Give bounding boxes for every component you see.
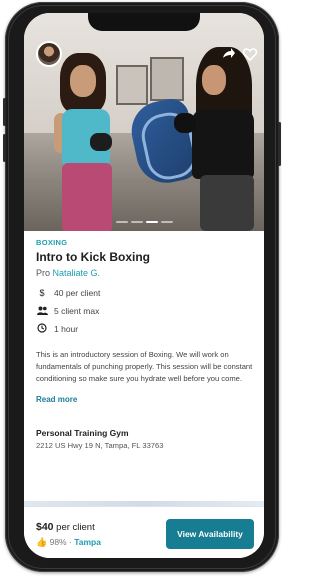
carousel-dot[interactable]	[115, 221, 128, 223]
trainer-avatar[interactable]	[36, 41, 62, 67]
trainer-line: Pro Nataliate G.	[36, 268, 254, 278]
clock-icon	[36, 323, 48, 335]
carousel-dot[interactable]	[160, 221, 173, 223]
session-description: This is an introductory session of Boxin…	[36, 350, 253, 383]
session-category: BOXING	[36, 238, 68, 247]
footer-rating: 👍 98% · Tampa	[36, 537, 101, 548]
city-label: Tampa	[74, 537, 101, 547]
heart-icon[interactable]	[242, 46, 258, 62]
view-availability-button[interactable]: View Availability	[166, 519, 254, 549]
phone-notch	[88, 13, 200, 31]
thumbs-up-icon: 👍	[36, 537, 48, 547]
booking-footer: $40 per client 👍 98% · Tampa View Availa…	[24, 506, 264, 558]
session-title: Intro to Kick Boxing	[36, 250, 150, 264]
phone-side-button	[3, 134, 6, 162]
carousel-dot[interactable]	[130, 221, 143, 223]
gym-name: Personal Training Gym	[36, 428, 129, 438]
duration-row: 1 hour	[36, 320, 254, 338]
duration-text: 1 hour	[54, 324, 79, 334]
dollar-icon: $	[39, 288, 45, 298]
capacity-row: 5 client max	[36, 302, 254, 320]
carousel-indicator	[24, 221, 264, 223]
phone-side-button	[278, 122, 281, 166]
users-icon	[36, 306, 48, 317]
app-screen: BOXING Intro to Kick Boxing Pro Nataliat…	[24, 13, 264, 558]
trainer-prefix: Pro	[36, 268, 51, 278]
carousel-dot-active[interactable]	[145, 221, 158, 223]
price-text: 40 per client	[54, 288, 101, 298]
price-row: $ 40 per client	[36, 284, 254, 302]
read-more-link[interactable]: Read more	[36, 395, 254, 404]
rating-value: 98%	[49, 537, 67, 547]
footer-price-amount: $40	[36, 521, 54, 533]
share-icon[interactable]	[220, 46, 236, 62]
footer-price-unit: per client	[56, 522, 95, 533]
footer-price: $40 per client	[36, 521, 95, 533]
session-details: BOXING Intro to Kick Boxing Pro Nataliat…	[36, 238, 254, 450]
phone-side-button	[3, 98, 6, 126]
capacity-text: 5 client max	[54, 306, 100, 316]
trainer-link[interactable]: Nataliate G.	[53, 268, 101, 278]
rating-separator: ·	[68, 537, 72, 547]
gym-address[interactable]: 2212 US Hwy 19 N, Tampa, FL 33763	[36, 441, 254, 450]
